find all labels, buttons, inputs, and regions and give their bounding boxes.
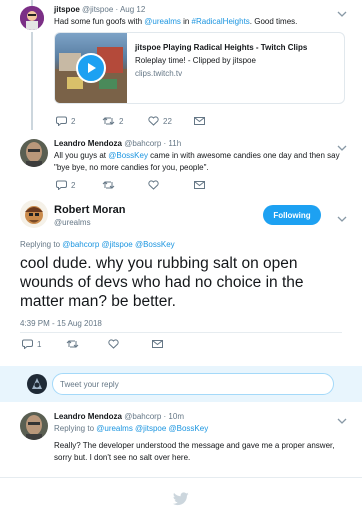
tweet3-separator: ·: [163, 412, 167, 421]
tweet2-header: Leandro Mendoza @bahcorp · 11h: [54, 139, 181, 148]
main-reply-count: 1: [37, 339, 42, 349]
footer-divider: [0, 477, 362, 478]
tweet1-hashtag-link[interactable]: #RadicalHeights: [192, 17, 250, 26]
heart-icon: [108, 339, 119, 349]
retweet-icon: [66, 340, 79, 348]
tweet3-header: Leandro Mendoza @bahcorp · 10m: [54, 412, 184, 421]
heart-icon: [148, 180, 159, 190]
tweet1-text-part: Had some fun goofs with: [54, 17, 145, 26]
tweet3-author-name[interactable]: Leandro Mendoza: [54, 412, 122, 421]
avatar-leandro-reply[interactable]: [20, 412, 48, 440]
tweet2-text-part: All you guys at: [54, 151, 109, 160]
tweet1-dm-button[interactable]: [194, 116, 205, 126]
tweet3-replying-to-links[interactable]: @urealms @jitspoe @BossKey: [96, 424, 208, 433]
tweet1-author-handle[interactable]: @jitspoe: [82, 5, 113, 14]
reply-box-avatar-image: [27, 374, 47, 394]
tweet2-reply-count: 2: [71, 180, 76, 190]
avatar-leandro[interactable]: [20, 139, 48, 167]
tweet1-text-part: . Good times.: [249, 17, 298, 26]
main-timestamp[interactable]: 4:39 PM - 15 Aug 2018: [20, 319, 102, 328]
main-author-name[interactable]: Robert Moran: [54, 204, 126, 216]
reply-icon: [56, 180, 67, 190]
tweet2-author-handle[interactable]: @bahcorp: [124, 139, 161, 148]
tweet2-separator: ·: [163, 139, 167, 148]
avatar-jitspoe[interactable]: [20, 6, 44, 30]
avatar-leandro-reply-image: [20, 412, 48, 440]
main-replying-to: Replying to @bahcorp @jitspoe @BossKey: [20, 240, 175, 249]
tweet1-date[interactable]: Aug 12: [120, 5, 145, 14]
tweet1-reply-count: 2: [71, 116, 76, 126]
tweet1-text-part: in: [180, 17, 192, 26]
main-like-button[interactable]: [108, 339, 119, 349]
envelope-icon: [152, 340, 163, 348]
main-author-handle[interactable]: @urealms: [54, 218, 91, 227]
main-reply-button[interactable]: 1: [22, 339, 41, 349]
tweet3-text-line2: sorry but. I don't see no salt over here…: [54, 453, 191, 462]
tweet1-reply-button[interactable]: 2: [56, 116, 75, 126]
tweet2-reply-button[interactable]: 2: [56, 180, 75, 190]
main-replying-to-links[interactable]: @bahcorp @jitspoe @BossKey: [62, 240, 174, 249]
tweet2-text-part: came in with awesome candies one day and…: [147, 151, 340, 160]
tweet1-header: jitspoe @jitspoe · Aug 12: [54, 5, 145, 14]
tweet3-date[interactable]: 10m: [168, 412, 184, 421]
tweet1-retweet-count: 2: [119, 116, 124, 126]
reply-icon: [22, 339, 33, 349]
tweet2-text-line2: "bye bye, no more candies for you, peopl…: [54, 163, 209, 172]
tweet2-text-line1: All you guys at @BossKey came in with aw…: [54, 151, 340, 160]
main-tweet-text: cool dude. why you rubbing salt on open …: [20, 255, 304, 310]
reply-input-placeholder: Tweet your reply: [60, 379, 119, 389]
tweet2-author-name[interactable]: Leandro Mendoza: [54, 139, 122, 148]
envelope-icon: [194, 181, 205, 189]
main-divider: [20, 332, 342, 333]
tweet3-text-line1: Really? The developer understood the mes…: [54, 441, 335, 450]
tweet1-mention-link[interactable]: @urealms: [144, 17, 181, 26]
tweet2-date[interactable]: 11h: [168, 139, 181, 148]
tweet1-author-name[interactable]: jitspoe: [54, 5, 80, 14]
tweet1-chevron-icon[interactable]: [337, 5, 347, 17]
main-replying-prefix: Replying to: [20, 240, 63, 249]
main-retweet-button[interactable]: [66, 339, 79, 349]
tweet1-like-button[interactable]: 22: [148, 116, 172, 126]
link-card-description: Roleplay time! - Clipped by jitspoe: [135, 56, 256, 65]
link-card[interactable]: jitspoe Playing Radical Heights - Twitch…: [54, 32, 345, 104]
tweet2-dm-button[interactable]: [194, 180, 205, 190]
reply-icon: [56, 116, 67, 126]
tweet1-separator: ·: [115, 5, 119, 14]
tweet1-like-count: 22: [163, 116, 172, 126]
tweet2-mention-link[interactable]: @BossKey: [108, 151, 148, 160]
tweet3-author-handle[interactable]: @bahcorp: [124, 412, 161, 421]
heart-icon: [148, 116, 159, 126]
following-button[interactable]: Following: [263, 205, 321, 225]
tweet1-retweet-button[interactable]: 2: [102, 116, 123, 126]
tweet2-like-button[interactable]: [148, 180, 159, 190]
tweet3-replying-prefix: Replying to: [54, 424, 97, 433]
reply-input[interactable]: Tweet your reply: [52, 373, 334, 395]
main-dm-button[interactable]: [152, 339, 163, 349]
retweet-icon: [102, 181, 115, 189]
avatar-robert[interactable]: [20, 200, 48, 228]
twitter-bird-icon: [172, 492, 189, 506]
avatar-leandro-image: [20, 139, 48, 167]
link-card-domain: clips.twitch.tv: [135, 69, 183, 78]
tweet2-chevron-icon[interactable]: [337, 139, 347, 151]
main-chevron-icon[interactable]: [337, 210, 347, 222]
envelope-icon: [194, 117, 205, 125]
link-card-thumbnail: [55, 33, 127, 103]
link-card-title: jitspoe Playing Radical Heights - Twitch…: [135, 43, 308, 52]
thread-line: [31, 32, 33, 130]
tweet1-text: Had some fun goofs with @urealms in #Rad…: [54, 17, 297, 26]
retweet-icon: [102, 117, 115, 125]
tweet3-chevron-icon[interactable]: [337, 412, 347, 424]
tweet3-replying-to: Replying to @urealms @jitspoe @BossKey: [54, 424, 208, 433]
play-button-icon[interactable]: [76, 53, 106, 83]
reply-box-avatar: [27, 374, 47, 394]
tweet2-retweet-button[interactable]: [102, 180, 115, 190]
avatar-robert-image: [20, 200, 48, 228]
avatar-jitspoe-image: [20, 6, 44, 30]
